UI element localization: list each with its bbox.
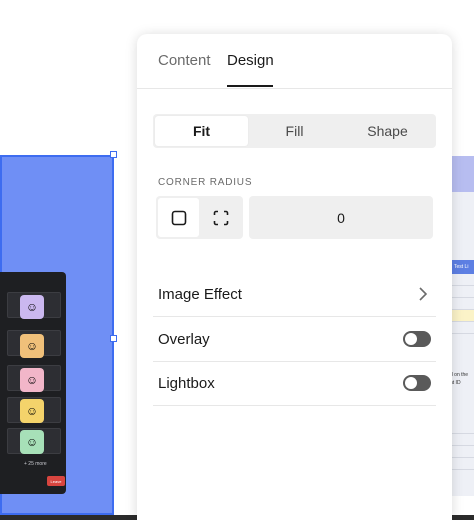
uniform-corners-button[interactable] bbox=[158, 198, 199, 237]
corner-radius-input[interactable] bbox=[249, 196, 433, 239]
image-effect-row[interactable]: Image Effect bbox=[153, 272, 436, 317]
image-effect-label: Image Effect bbox=[158, 286, 242, 303]
lightbox-row: Lightbox bbox=[153, 361, 436, 406]
overlay-row: Overlay bbox=[153, 317, 436, 362]
tab-content[interactable]: Content bbox=[158, 52, 211, 69]
square-corners-icon bbox=[171, 210, 186, 225]
participants-more-label: + 25 more bbox=[24, 461, 47, 467]
independent-corners-button[interactable] bbox=[200, 198, 241, 237]
background-table-screenshot: Test Li d on the nt ID bbox=[450, 156, 474, 496]
chevron-right-icon bbox=[419, 287, 428, 301]
resize-handle-top-right[interactable] bbox=[110, 151, 117, 158]
fit-mode-fit-button[interactable]: Fit bbox=[155, 116, 248, 146]
toggle-knob bbox=[405, 333, 417, 345]
tab-design[interactable]: Design bbox=[227, 52, 274, 69]
image-settings-panel: Content Design Fit Fill Shape CORNER RAD… bbox=[137, 34, 452, 520]
overlay-label: Overlay bbox=[158, 331, 210, 348]
participant-avatar: ☺ bbox=[20, 334, 44, 358]
table-header-label: Test Li bbox=[450, 260, 474, 274]
participant-avatar: ☺ bbox=[20, 368, 44, 392]
canvas-heading-text bbox=[40, 0, 440, 6]
corner-radius-label: CORNER RADIUS bbox=[158, 177, 253, 188]
active-tab-indicator bbox=[227, 85, 273, 87]
participant-avatar: ☺ bbox=[20, 430, 44, 454]
leave-call-button: Leave bbox=[47, 476, 65, 486]
fit-mode-segmented-control: Fit Fill Shape bbox=[153, 114, 436, 148]
lightbox-label: Lightbox bbox=[158, 375, 215, 392]
fit-mode-fill-button[interactable]: Fill bbox=[248, 116, 341, 146]
resize-handle-middle-right[interactable] bbox=[110, 335, 117, 342]
corner-mode-toggle bbox=[156, 196, 243, 239]
panel-tabs: Content Design bbox=[137, 34, 452, 89]
independent-corners-icon bbox=[213, 210, 228, 225]
participant-avatar: ☺ bbox=[20, 295, 44, 319]
toggle-knob bbox=[405, 377, 417, 389]
lightbox-toggle[interactable] bbox=[403, 375, 431, 391]
participant-avatar: ☺ bbox=[20, 399, 44, 423]
fit-mode-shape-button[interactable]: Shape bbox=[341, 116, 434, 146]
table-note-line-1: d on the bbox=[450, 372, 469, 378]
overlay-toggle[interactable] bbox=[403, 331, 431, 347]
